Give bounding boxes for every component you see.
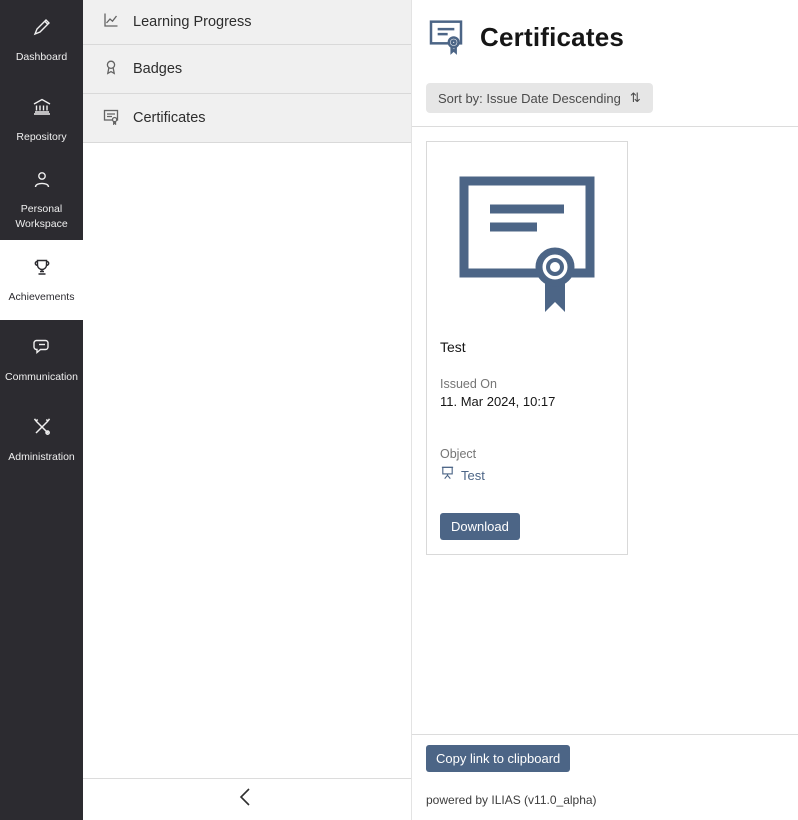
sidebar-item-label: Personal Workspace: [3, 202, 80, 230]
submenu-item-learning-progress[interactable]: Learning Progress: [83, 0, 411, 45]
issued-on-value: 11. Mar 2024, 10:17: [440, 394, 614, 409]
page-title: Certificates: [480, 22, 624, 53]
page-header: Certificates: [426, 15, 798, 60]
sidebar-item-label: Achievements: [9, 290, 75, 304]
certificate-icon: [102, 107, 120, 129]
copy-link-button[interactable]: Copy link to clipboard: [426, 745, 570, 772]
issued-on-label: Issued On: [440, 377, 614, 391]
certificate-name: Test: [440, 339, 614, 355]
submenu-collapse-button[interactable]: [83, 778, 411, 820]
sort-button[interactable]: Sort by: Issue Date Descending ⇅: [426, 83, 653, 113]
certificate-card: Test Issued On 11. Mar 2024, 10:17 Objec…: [426, 141, 628, 555]
content-footer: Copy link to clipboard powered by ILIAS …: [412, 734, 798, 820]
sidebar-item-repository[interactable]: Repository: [0, 80, 83, 160]
course-icon: [440, 465, 455, 485]
submenu-item-label: Certificates: [133, 110, 206, 126]
achievements-submenu: Learning Progress Badges Certificates: [83, 0, 412, 820]
submenu-item-label: Badges: [133, 61, 182, 77]
sidebar-item-label: Dashboard: [16, 50, 67, 64]
sidebar-item-label: Administration: [8, 450, 75, 464]
app-window: Dashboard Repository Personal Workspace: [0, 0, 798, 820]
submenu-item-badges[interactable]: Badges: [83, 45, 411, 94]
sort-row: Sort by: Issue Date Descending ⇅: [426, 83, 798, 113]
header-divider: [412, 126, 798, 127]
powered-by-text: powered by ILIAS (v11.0_alpha): [426, 793, 798, 807]
certificate-preview: [440, 155, 614, 323]
chat-icon: [31, 336, 53, 362]
footer-divider: [412, 734, 798, 735]
object-link-row: Test: [440, 465, 614, 485]
download-button[interactable]: Download: [440, 513, 520, 540]
trophy-icon: [31, 256, 53, 282]
submenu-item-certificates[interactable]: Certificates: [83, 94, 411, 143]
sidebar-item-label: Repository: [16, 130, 66, 144]
sidebar-item-achievements[interactable]: Achievements: [0, 240, 83, 320]
sidebar-item-dashboard[interactable]: Dashboard: [0, 0, 83, 80]
badge-icon: [102, 58, 120, 80]
sidebar-item-administration[interactable]: Administration: [0, 400, 83, 480]
sidebar-item-communication[interactable]: Communication: [0, 320, 83, 400]
sort-arrows-icon: ⇅: [630, 90, 641, 106]
sidebar-item-label: Communication: [5, 370, 78, 384]
chevron-left-icon: [234, 784, 260, 815]
object-label: Object: [440, 447, 614, 461]
bank-icon: [31, 96, 53, 122]
sort-button-label: Sort by: Issue Date Descending: [438, 91, 621, 106]
chart-icon: [102, 11, 120, 33]
content-area: Certificates Sort by: Issue Date Descend…: [412, 0, 798, 820]
submenu-item-label: Learning Progress: [133, 14, 252, 30]
object-link[interactable]: Test: [461, 468, 485, 483]
certificate-icon: [426, 15, 466, 60]
tools-icon: [31, 416, 53, 442]
sidebar-item-personal-workspace[interactable]: Personal Workspace: [0, 160, 83, 240]
user-icon: [31, 169, 53, 195]
pen-icon: [31, 16, 53, 42]
main-sidebar: Dashboard Repository Personal Workspace: [0, 0, 83, 820]
